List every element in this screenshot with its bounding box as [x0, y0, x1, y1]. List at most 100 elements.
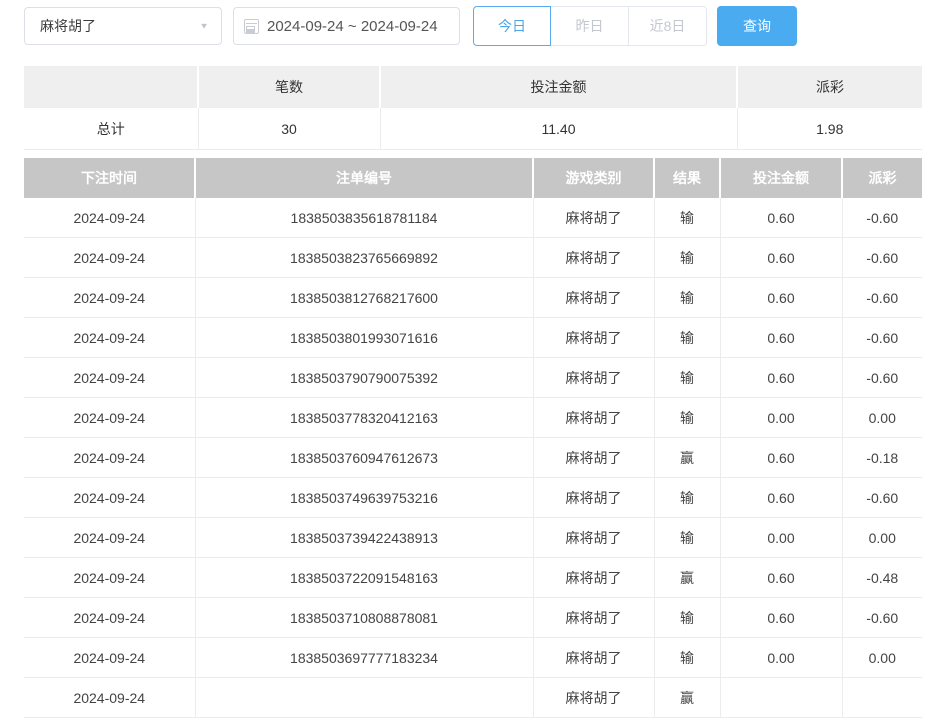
quick-range-button-group: 今日 昨日 近8日 — [473, 6, 707, 46]
cell-order-id: 1838503739422438913 — [195, 518, 533, 558]
cell-bet-amount: 0.60 — [720, 438, 842, 478]
cell-bet-time: 2024-09-24 — [24, 438, 195, 478]
cell-game-type: 麻将胡了 — [533, 358, 654, 398]
header-order-id: 注单编号 — [195, 158, 533, 198]
table-row: 2024-09-241838503801993071616麻将胡了输0.60-0… — [24, 318, 922, 358]
cell-order-id: 1838503710808878081 — [195, 598, 533, 638]
cell-bet-time: 2024-09-24 — [24, 198, 195, 238]
cell-payout: 0.00 — [842, 638, 922, 678]
cell-payout — [842, 678, 922, 718]
cell-result: 输 — [654, 518, 720, 558]
date-range-value: 2024-09-24 ~ 2024-09-24 — [267, 18, 438, 35]
cell-order-id: 1838503722091548163 — [195, 558, 533, 598]
date-range-input[interactable]: 2024-09-24 ~ 2024-09-24 — [233, 7, 460, 45]
cell-bet-amount: 0.60 — [720, 478, 842, 518]
table-row: 2024-09-241838503722091548163麻将胡了赢0.60-0… — [24, 558, 922, 598]
cell-game-type: 麻将胡了 — [533, 678, 654, 718]
cell-bet-amount: 0.00 — [720, 638, 842, 678]
cell-order-id: 1838503778320412163 — [195, 398, 533, 438]
game-select-value: 麻将胡了 — [40, 16, 96, 36]
cell-game-type: 麻将胡了 — [533, 558, 654, 598]
cell-bet-time: 2024-09-24 — [24, 518, 195, 558]
cell-order-id: 1838503801993071616 — [195, 318, 533, 358]
quick-button-today[interactable]: 今日 — [473, 6, 551, 46]
cell-payout: -0.60 — [842, 198, 922, 238]
table-row: 2024-09-241838503739422438913麻将胡了输0.000.… — [24, 518, 922, 558]
cell-result: 输 — [654, 638, 720, 678]
cell-game-type: 麻将胡了 — [533, 318, 654, 358]
cell-bet-time: 2024-09-24 — [24, 278, 195, 318]
cell-bet-amount: 0.60 — [720, 238, 842, 278]
cell-payout: -0.60 — [842, 598, 922, 638]
cell-bet-time: 2024-09-24 — [24, 478, 195, 518]
cell-order-id: 1838503697777183234 — [195, 638, 533, 678]
header-bet-time: 下注时间 — [24, 158, 195, 198]
game-select[interactable]: 麻将胡了 ▼ — [24, 7, 222, 45]
cell-order-id: 1838503835618781184 — [195, 198, 533, 238]
cell-bet-amount: 0.60 — [720, 358, 842, 398]
cell-bet-time: 2024-09-24 — [24, 398, 195, 438]
cell-result: 输 — [654, 318, 720, 358]
header-bet-amount: 投注金额 — [720, 158, 842, 198]
cell-payout: 0.00 — [842, 398, 922, 438]
summary-header-payout: 派彩 — [737, 66, 922, 108]
summary-total-count: 30 — [198, 108, 380, 150]
cell-result: 赢 — [654, 678, 720, 718]
cell-bet-amount: 0.00 — [720, 518, 842, 558]
header-result: 结果 — [654, 158, 720, 198]
cell-result: 输 — [654, 478, 720, 518]
cell-bet-time: 2024-09-24 — [24, 238, 195, 278]
summary-header-bet: 投注金额 — [380, 66, 737, 108]
chevron-down-icon: ▼ — [199, 22, 209, 31]
table-row: 2024-09-24 麻将胡了赢 — [24, 678, 922, 718]
cell-payout: -0.60 — [842, 358, 922, 398]
cell-bet-amount: 0.60 — [720, 278, 842, 318]
cell-bet-time: 2024-09-24 — [24, 598, 195, 638]
cell-bet-amount: 0.00 — [720, 398, 842, 438]
cell-game-type: 麻将胡了 — [533, 398, 654, 438]
cell-bet-amount: 0.60 — [720, 198, 842, 238]
cell-payout: -0.60 — [842, 278, 922, 318]
summary-total-payout: 1.98 — [737, 108, 922, 150]
table-row: 2024-09-241838503790790075392麻将胡了输0.60-0… — [24, 358, 922, 398]
table-row: 2024-09-241838503812768217600麻将胡了输0.60-0… — [24, 278, 922, 318]
header-payout: 派彩 — [842, 158, 922, 198]
summary-header-count: 笔数 — [198, 66, 380, 108]
cell-result: 赢 — [654, 558, 720, 598]
table-row: 2024-09-241838503710808878081麻将胡了输0.60-0… — [24, 598, 922, 638]
cell-bet-time: 2024-09-24 — [24, 678, 195, 718]
cell-game-type: 麻将胡了 — [533, 478, 654, 518]
query-button[interactable]: 查询 — [717, 6, 797, 46]
cell-game-type: 麻将胡了 — [533, 278, 654, 318]
bet-records-table: 下注时间 注单编号 游戏类别 结果 投注金额 派彩 2024-09-241838… — [24, 158, 922, 718]
summary-header-blank — [24, 66, 198, 108]
table-row: 2024-09-241838503697777183234麻将胡了输0.000.… — [24, 638, 922, 678]
table-row: 2024-09-241838503835618781184麻将胡了输0.60-0… — [24, 198, 922, 238]
header-game-type: 游戏类别 — [533, 158, 654, 198]
cell-game-type: 麻将胡了 — [533, 598, 654, 638]
cell-bet-amount: 0.60 — [720, 598, 842, 638]
cell-order-id: 1838503823765669892 — [195, 238, 533, 278]
cell-payout: 0.00 — [842, 518, 922, 558]
table-row: 2024-09-241838503749639753216麻将胡了输0.60-0… — [24, 478, 922, 518]
cell-result: 输 — [654, 198, 720, 238]
cell-payout: -0.60 — [842, 318, 922, 358]
cell-order-id — [195, 678, 533, 718]
cell-bet-time: 2024-09-24 — [24, 638, 195, 678]
cell-result: 输 — [654, 358, 720, 398]
cell-bet-time: 2024-09-24 — [24, 318, 195, 358]
calendar-icon — [244, 19, 259, 34]
quick-button-yesterday[interactable]: 昨日 — [551, 6, 629, 46]
cell-result: 输 — [654, 278, 720, 318]
cell-order-id: 1838503790790075392 — [195, 358, 533, 398]
cell-bet-time: 2024-09-24 — [24, 558, 195, 598]
summary-header-row: 笔数 投注金额 派彩 — [24, 66, 922, 108]
quick-button-last8days[interactable]: 近8日 — [629, 6, 707, 46]
cell-result: 赢 — [654, 438, 720, 478]
cell-bet-amount: 0.60 — [720, 318, 842, 358]
cell-result: 输 — [654, 598, 720, 638]
summary-total-row: 总计 30 11.40 1.98 — [24, 108, 922, 150]
cell-game-type: 麻将胡了 — [533, 438, 654, 478]
cell-result: 输 — [654, 398, 720, 438]
cell-bet-time: 2024-09-24 — [24, 358, 195, 398]
